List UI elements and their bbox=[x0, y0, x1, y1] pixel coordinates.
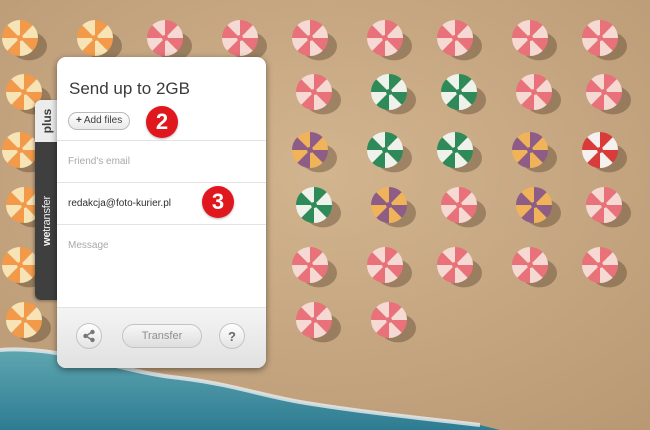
your-email-value: redakcja@foto-kurier.pl bbox=[68, 198, 171, 209]
help-button[interactable]: ? bbox=[219, 323, 245, 349]
panel-title: Send up to 2GB bbox=[69, 79, 190, 98]
side-tab[interactable]: plus wetransfer bbox=[35, 100, 59, 300]
plus-tab-label: plus bbox=[40, 108, 54, 134]
logo-transfer: transfer bbox=[41, 196, 53, 232]
transfer-button[interactable]: Transfer bbox=[122, 324, 202, 348]
share-icon bbox=[83, 329, 95, 343]
callout-badge-3: 3 bbox=[202, 186, 234, 218]
your-email-field[interactable]: redakcja@foto-kurier.pl bbox=[57, 182, 266, 224]
transfer-panel: Send up to 2GB + Add files Friend's email… bbox=[57, 57, 266, 368]
wetransfer-logo-tab[interactable]: wetransfer bbox=[35, 142, 59, 300]
message-placeholder: Message bbox=[68, 240, 109, 251]
plus-icon: + bbox=[76, 115, 82, 126]
logo-we: we bbox=[41, 231, 53, 246]
message-field[interactable]: Message bbox=[57, 224, 266, 308]
add-files-button[interactable]: + Add files bbox=[68, 112, 131, 130]
callout-badge-2: 2 bbox=[146, 106, 178, 138]
add-files-label: Add files bbox=[83, 115, 123, 126]
question-icon: ? bbox=[228, 328, 236, 344]
friends-email-placeholder: Friend's email bbox=[68, 156, 130, 167]
plus-tab[interactable]: plus bbox=[35, 100, 59, 142]
wetransfer-logo: wetransfer bbox=[41, 196, 53, 246]
panel-footer: Transfer ? bbox=[57, 308, 266, 368]
friends-email-field[interactable]: Friend's email bbox=[57, 140, 266, 182]
share-button[interactable] bbox=[76, 323, 102, 349]
